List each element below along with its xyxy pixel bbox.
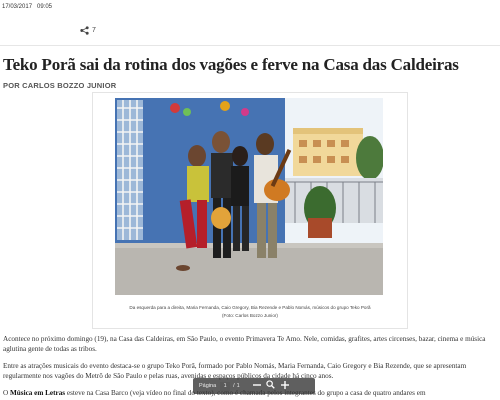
column-name: Música em Letras [10, 389, 66, 397]
publish-time: 09:05 [37, 4, 53, 10]
article-title: Teko Porã sai da rotina dos vagões e fer… [3, 55, 459, 74]
minus-icon [252, 381, 261, 392]
band-photo [115, 98, 383, 295]
article-paragraph-1: Acontece no próximo domingo (19), na Cas… [3, 335, 486, 353]
share-count: 7 [92, 26, 96, 34]
page-label: Página [199, 383, 217, 389]
plus-icon [280, 380, 289, 392]
zoom-out-button[interactable] [250, 379, 264, 393]
paragraph-3-prefix: O [3, 389, 10, 397]
caption-text: Da esquerda para a direita, Maria Fernan… [129, 305, 371, 310]
photo-caption: Da esquerda para a direita, Maria Fernan… [93, 304, 407, 320]
magnifier-icon [266, 380, 275, 392]
article-meta-bar: 17/03/2017 09:05 [0, 0, 500, 14]
article-figure: Da esquerda para a direita, Maria Fernan… [92, 92, 408, 329]
total-pages: 1 [236, 383, 240, 389]
pdf-pager-toolbar: Página 1 / 1 [193, 378, 315, 394]
publish-date: 17/03/2017 [2, 4, 33, 10]
article-byline: POR CARLOS BOZZO JUNIOR [3, 81, 117, 90]
page-separator: / [233, 383, 235, 389]
photo-credit: (Foto: Carlos Bozzo Junior) [222, 313, 278, 318]
current-page-input[interactable]: 1 [220, 381, 231, 391]
share-button[interactable]: 7 [80, 24, 96, 36]
search-button[interactable] [264, 379, 278, 393]
header-divider [0, 45, 500, 46]
share-icon [80, 25, 89, 35]
zoom-in-button[interactable] [278, 379, 292, 393]
